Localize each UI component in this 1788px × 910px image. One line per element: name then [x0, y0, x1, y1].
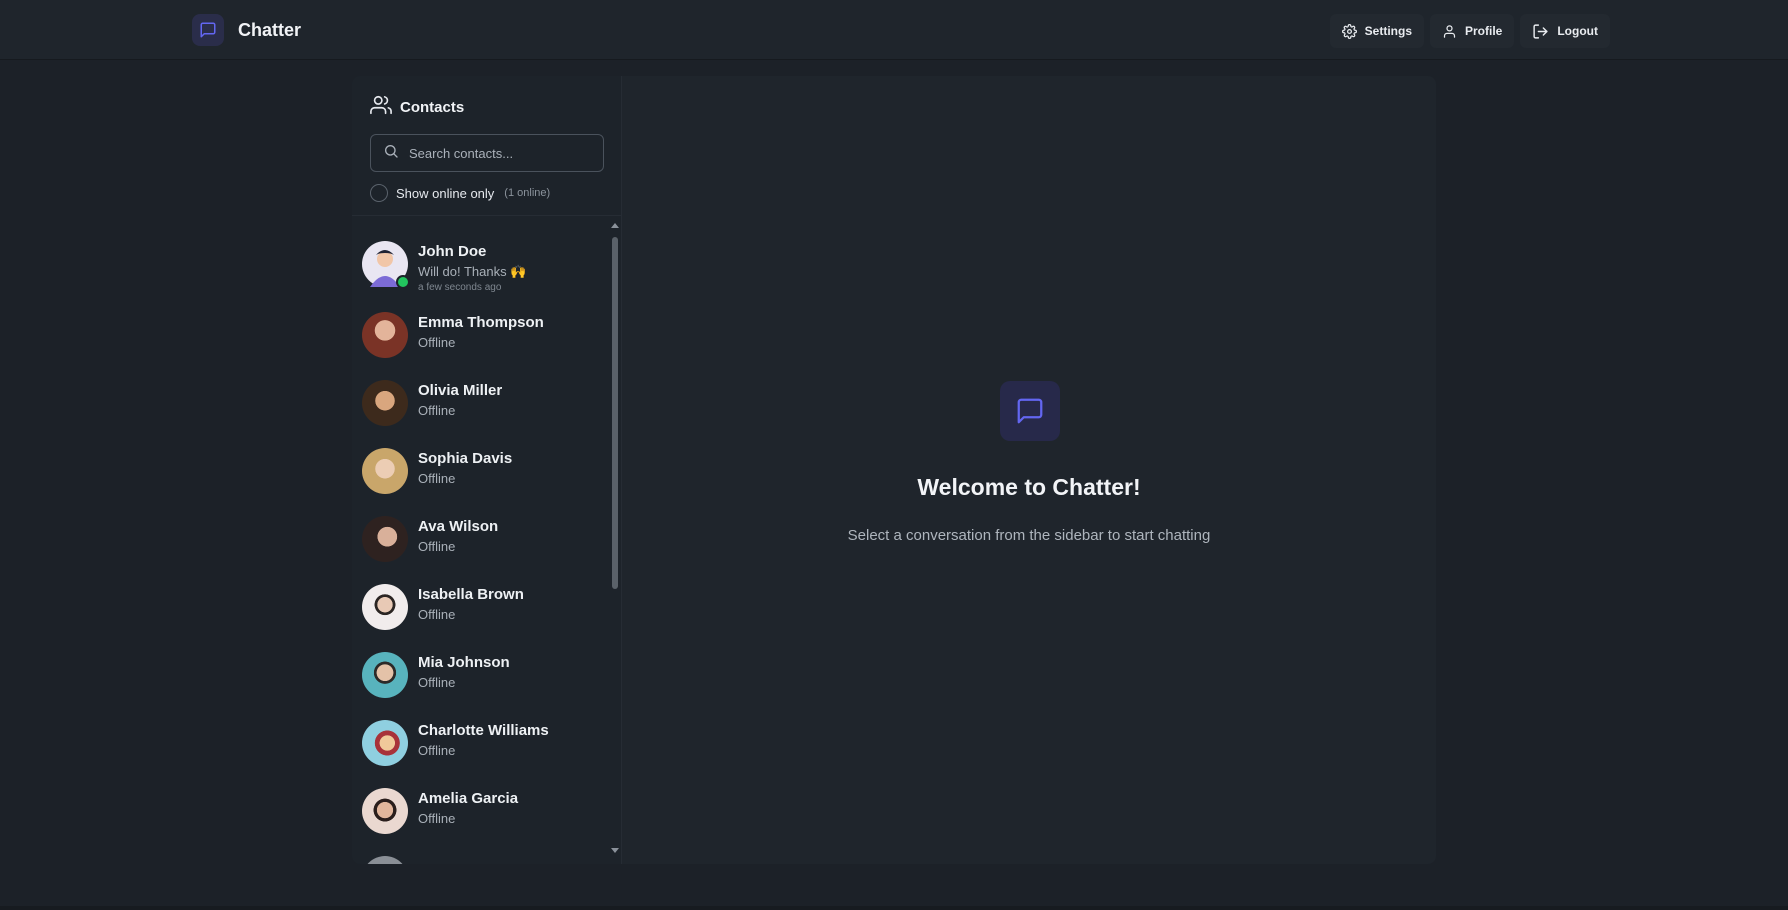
message-square-icon	[192, 14, 224, 46]
contacts-title: Contacts	[400, 98, 465, 116]
logout-button[interactable]: Logout	[1520, 14, 1610, 48]
contact-name: Charlotte Williams	[418, 722, 549, 739]
avatar	[362, 720, 408, 766]
contact-name: Ava Wilson	[418, 518, 499, 535]
contact-status: Offline	[418, 811, 456, 826]
contact-name: Olivia Miller	[418, 382, 503, 399]
avatar	[362, 380, 408, 426]
avatar	[362, 241, 410, 289]
settings-button[interactable]: Settings	[1329, 14, 1424, 48]
app-name: Chatter	[238, 19, 302, 40]
chat-container: Contacts Show online only (1 online)	[352, 76, 1436, 864]
logout-icon	[1532, 23, 1549, 40]
contact-status: Offline	[418, 335, 456, 350]
contact-item-amelia-garcia[interactable]: Amelia Garcia Offline	[362, 788, 602, 852]
user-icon	[1442, 24, 1457, 39]
contact-item-partial[interactable]	[362, 856, 602, 864]
contact-status: Offline	[418, 403, 456, 418]
avatar	[362, 652, 408, 698]
contact-item-isabella-brown[interactable]: Isabella Brown Offline	[362, 584, 602, 648]
contact-item-emma-thompson[interactable]: Emma Thompson Offline	[362, 312, 602, 376]
brand[interactable]: Chatter	[192, 14, 301, 46]
top-navbar: Chatter Settings Profile Logout	[0, 0, 1788, 60]
online-filter-label: Show online only	[396, 185, 495, 201]
contact-status: Offline	[418, 675, 456, 690]
profile-label: Profile	[1465, 24, 1503, 38]
online-status-dot	[396, 275, 410, 289]
contact-status: Offline	[418, 539, 456, 554]
contact-name: Amelia Garcia	[418, 790, 519, 807]
bottom-edge	[0, 906, 1788, 910]
contacts-sidebar: Contacts Show online only (1 online)	[352, 76, 622, 864]
avatar	[362, 584, 408, 630]
contacts-heading: Contacts	[370, 94, 603, 120]
contact-status: Offline	[418, 471, 456, 486]
search-icon	[383, 143, 399, 164]
message-time: a few seconds ago	[418, 282, 502, 293]
contact-status: Offline	[418, 607, 456, 622]
header-nav: Settings Profile Logout	[1329, 14, 1610, 48]
settings-label: Settings	[1364, 24, 1412, 38]
contact-item-charlotte-williams[interactable]: Charlotte Williams Offline	[362, 720, 602, 784]
avatar	[362, 516, 408, 562]
contact-item-sophia-davis[interactable]: Sophia Davis Offline	[362, 448, 602, 512]
contact-name: Emma Thompson	[418, 314, 544, 331]
contact-item-john-doe[interactable]: John Doe Will do! Thanks 🙌 a few seconds…	[362, 241, 602, 305]
scrollbar-thumb[interactable]	[612, 237, 618, 589]
contact-item-ava-wilson[interactable]: Ava Wilson Offline	[362, 516, 602, 580]
welcome-title: Welcome to Chatter!	[917, 474, 1141, 500]
search-box[interactable]	[370, 134, 604, 172]
contact-name: John Doe	[418, 243, 487, 260]
avatar	[362, 788, 408, 834]
gear-icon	[1341, 23, 1357, 39]
contact-name: Sophia Davis	[418, 450, 513, 467]
online-filter[interactable]: Show online only (1 online)	[370, 184, 603, 202]
logout-label: Logout	[1557, 24, 1598, 38]
contact-item-mia-johnson[interactable]: Mia Johnson Offline	[362, 652, 602, 716]
online-count: (1 online)	[504, 187, 551, 199]
contact-list-scrollbar[interactable]	[610, 217, 620, 859]
contact-name: Mia Johnson	[418, 654, 510, 671]
scroll-down-arrow-icon[interactable]	[611, 848, 619, 853]
contact-status: Offline	[418, 743, 456, 758]
users-icon	[370, 94, 392, 120]
online-only-checkbox[interactable]	[370, 184, 388, 202]
profile-button[interactable]: Profile	[1430, 14, 1515, 48]
welcome-panel: Welcome to Chatter! Select a conversatio…	[622, 76, 1436, 864]
scroll-up-arrow-icon[interactable]	[611, 223, 619, 228]
avatar	[362, 448, 408, 494]
contact-list: John Doe Will do! Thanks 🙌 a few seconds…	[352, 217, 622, 864]
avatar	[362, 856, 408, 864]
contact-name: Isabella Brown	[418, 586, 524, 603]
search-input[interactable]	[409, 145, 589, 161]
contact-item-olivia-miller[interactable]: Olivia Miller Offline	[362, 380, 602, 444]
last-message: Will do! Thanks 🙌	[418, 264, 527, 279]
welcome-subtitle: Select a conversation from the sidebar t…	[847, 527, 1211, 544]
avatar	[362, 312, 408, 358]
message-square-icon	[1000, 381, 1060, 441]
sidebar-header: Contacts Show online only (1 online)	[352, 76, 621, 216]
